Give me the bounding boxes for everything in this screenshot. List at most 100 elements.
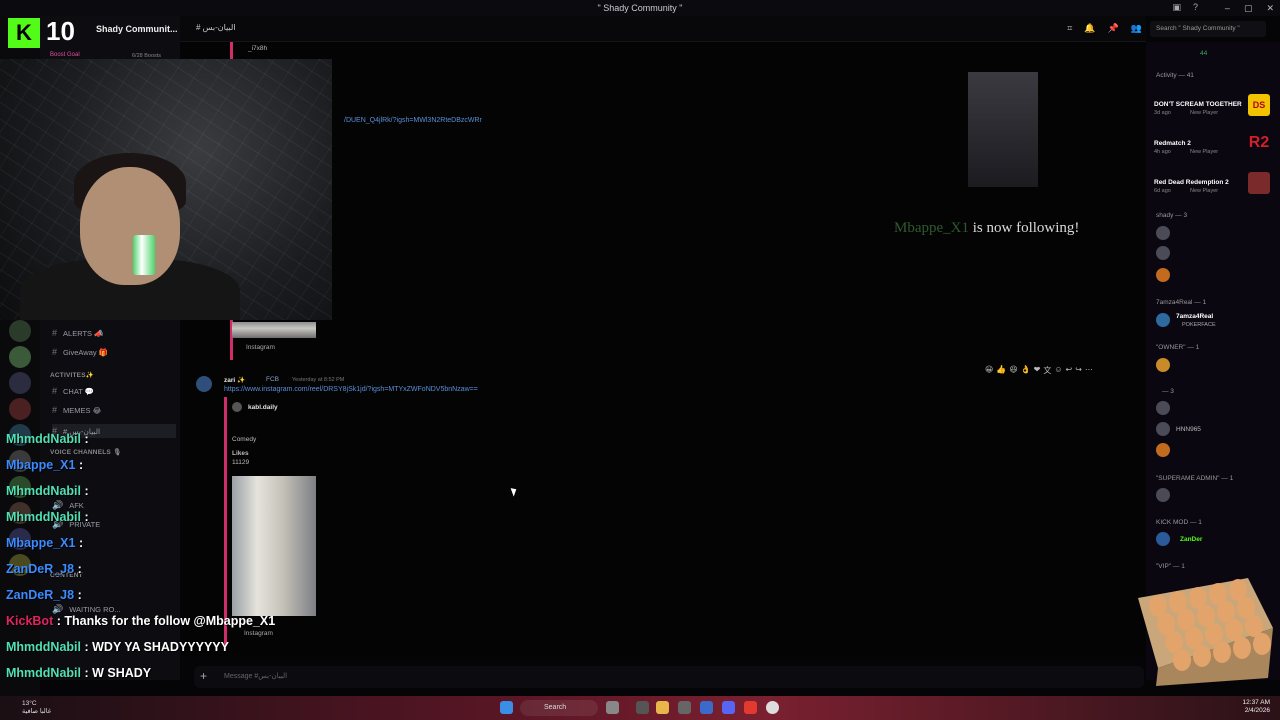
help-icon[interactable]: ? [1193,2,1198,13]
server-icon[interactable] [9,372,31,394]
chat-message: MhmddNabil : [6,484,89,498]
server-name[interactable]: Shady Communit... [96,24,178,34]
chat-username: Mbappe_X1 [6,458,76,472]
embed-accent-bar [224,397,227,647]
taskbar-app-icon[interactable] [678,701,691,714]
windows-start-icon[interactable] [500,701,513,714]
channel-chat[interactable]: # CHAT 💬 [52,386,94,396]
channel-giveaway[interactable]: # GiveAway 🎁 [52,347,108,357]
embed-link[interactable]: /DUEN_Q4jlRk/?igsh=MWl3N2RteDBzcWRr [344,117,482,124]
activity-game-time: 3d ago [1154,110,1171,116]
chat-separator: : [74,588,82,602]
member-avatar[interactable] [1156,226,1170,240]
folder-icon[interactable] [656,701,669,714]
screen: { "window": {"title": "\" Shady Communit… [0,0,1280,720]
webcam-overlay [0,59,332,320]
server-icon[interactable] [9,398,31,420]
forward-icon[interactable]: ↪ [1075,365,1082,376]
category-activities[interactable]: ACTIVITES✨ [50,371,94,379]
game-icon: R2 [1248,134,1270,151]
follower-counter: 10 [46,16,75,46]
activity-game-status: New Player [1190,110,1219,116]
member-name[interactable]: HNN965 [1176,426,1201,433]
taskbar-app-icon[interactable] [636,701,649,714]
threads-icon[interactable]: ⌗ [1067,23,1072,34]
server-icon[interactable] [9,320,31,342]
member-name[interactable]: 7amza4Real [1176,313,1213,320]
taskbar-app-icon[interactable] [700,701,713,714]
member-avatar[interactable] [1156,532,1170,546]
chat-message: Mbappe_X1 : [6,536,83,550]
heart-icon[interactable]: ❤ [1034,365,1041,376]
channel-label: GiveAway 🎁 [63,347,109,357]
translate-icon[interactable]: 文 [1043,365,1051,376]
notification-icon[interactable]: 🔔 [1084,23,1095,34]
chat-text: W SHADY [88,666,152,680]
member-avatar[interactable] [1156,401,1170,415]
reply-icon[interactable]: ↩ [1066,365,1073,376]
maximize-button[interactable]: ▢ [1244,3,1253,14]
search-input[interactable]: Search " Shady Community " [1150,21,1266,37]
taskbar-search[interactable]: Search [520,700,598,716]
follow-alert-image [968,72,1038,187]
activity-game-title[interactable]: Redmatch 2 [1154,140,1191,147]
category-voice[interactable]: VOICE CHANNELS 🎙 [50,448,121,456]
add-reaction-icon[interactable]: ☺ [1054,365,1062,376]
member-avatar[interactable] [1156,422,1170,436]
chat-message: MhmddNabil : W SHADY [6,666,151,680]
taskbar-app-icon[interactable] [744,701,757,714]
channel-alerts[interactable]: # ALERTS 📣 [52,328,103,338]
hash-icon: # [52,328,58,338]
member-avatar[interactable] [1156,268,1170,282]
member-avatar[interactable] [1156,488,1170,502]
message-link[interactable]: https://www.instagram.com/reel/DRSY8jSk1… [224,386,478,393]
chat-separator: : [81,640,89,654]
minimize-button[interactable]: – [1225,3,1230,13]
embed-author[interactable]: kabl.daily [248,404,278,411]
avatar[interactable] [196,376,212,392]
more-icon[interactable]: ⋯ [1085,365,1093,376]
member-avatar[interactable] [1156,246,1170,260]
activity-game-title[interactable]: DON'T SCREAM TOGETHER [1154,101,1242,108]
chat-username: MhmddNabil [6,510,81,524]
title-bar: " Shady Community " ▣ ? – ▢ ✕ [0,0,1280,16]
header-channel-name: # البيان-بس [196,23,236,32]
chat-message: MhmddNabil : [6,432,89,446]
member-avatar[interactable] [1156,358,1170,372]
embed-source: Instagram [246,344,275,351]
close-button[interactable]: ✕ [1266,3,1274,14]
server-icon[interactable] [9,346,31,368]
pin-icon[interactable]: 📌 [1108,23,1119,34]
weather-widget[interactable]: 13°C غالبا صافية [22,700,51,716]
member-avatar[interactable] [1156,443,1170,457]
embed-image[interactable] [232,476,316,616]
inbox-icon[interactable]: ▣ [1172,2,1181,13]
member-name[interactable]: ZanDer [1180,536,1202,543]
taskbar-app-icon[interactable] [606,701,619,714]
system-clock[interactable]: 12:37 AM 2/4/2026 [1243,699,1270,715]
channel-label: CHAT 💬 [63,386,95,396]
activity-game-title[interactable]: Red Dead Redemption 2 [1154,179,1229,186]
chrome-icon[interactable] [766,701,779,714]
reaction-icon[interactable]: 👍 [996,365,1006,376]
reaction-icon[interactable]: 😆 [1009,365,1017,376]
message-author[interactable]: zari ✨ [224,376,245,384]
members-icon[interactable]: 👥 [1131,23,1142,34]
embed-field-label: Likes [232,450,249,457]
chat-username: ZanDeR_J8 [6,588,75,602]
channel-memes[interactable]: # MEMES 😂 [52,405,101,415]
reaction-icon[interactable]: 👌 [1021,365,1031,376]
embed-author: _i7x8h [248,45,268,52]
kick-logo-icon: K [8,18,40,48]
member-avatar[interactable] [1156,313,1170,327]
message-composer[interactable]: + Message #البيان-بس [194,666,1144,688]
role-header: — 3 [1162,388,1174,395]
embed-thumbnail[interactable] [232,322,316,338]
hash-icon: # [52,386,58,396]
discord-icon[interactable] [722,701,735,714]
member-tag: FCB [266,376,279,383]
weather-desc: غالبا صافية [22,708,52,715]
plus-icon[interactable]: + [200,669,207,683]
chat-message: MhmddNabil : WDY YA SHADYYYYYY [6,640,229,654]
reaction-icon[interactable]: 😀 [985,365,993,376]
